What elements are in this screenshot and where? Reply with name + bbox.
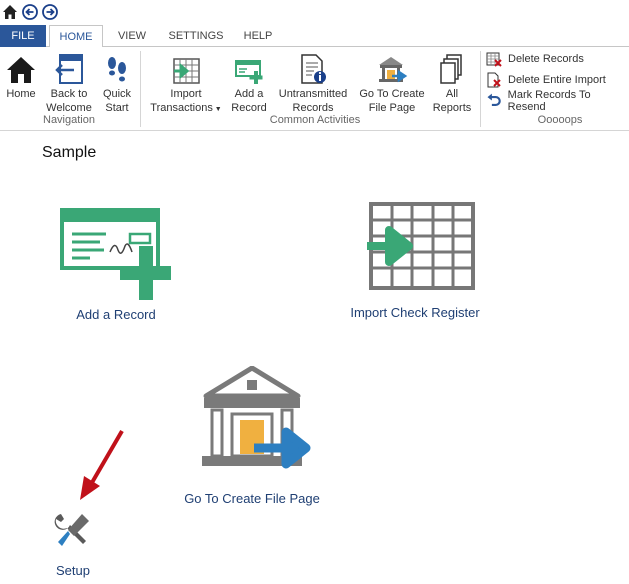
group-divider [140, 51, 141, 127]
mark-resend-label: Mark Records To Resend [507, 89, 591, 113]
untrans-label-line2: Records [292, 102, 334, 114]
setup-label: Setup [56, 563, 90, 578]
ribbon-tabs: FILE HOME VIEW SETTINGS HELP [0, 25, 629, 48]
quick-start-button[interactable]: Quick Start [99, 49, 135, 115]
import-label-line1: Import [170, 88, 202, 100]
ooooops-group-label: Ooooops [537, 114, 583, 126]
back-to-welcome-icon [55, 54, 83, 84]
dropdown-arrow-icon: ▼ [212, 106, 222, 113]
import-check-register-tile[interactable]: Import Check Register [340, 202, 490, 320]
home-label: Home [6, 88, 36, 100]
group-divider [480, 51, 481, 127]
document-info-icon [301, 54, 326, 84]
footprints-icon [108, 57, 126, 82]
add-check-large-icon [60, 208, 171, 300]
quick-access-toolbar [0, 0, 629, 24]
tab-view[interactable]: VIEW [111, 25, 153, 47]
add-record-label: Add a Record [76, 307, 156, 322]
tab-home[interactable]: HOME [49, 25, 103, 48]
add-label-line2: Record [231, 102, 267, 114]
add-check-icon [235, 60, 263, 84]
quick-label-line1: Quick [102, 88, 132, 100]
qat-home-icon[interactable] [2, 4, 18, 20]
go-to-file-label: Go To Create File Page [184, 491, 320, 506]
add-record-tile[interactable]: Add a Record [60, 202, 172, 322]
mark-records-to-resend-button[interactable]: Mark Records To Resend [486, 89, 629, 113]
delete-import-icon [487, 72, 501, 88]
import-grid-icon [173, 58, 200, 84]
all-label-line1: All [445, 88, 459, 100]
tab-settings[interactable]: SETTINGS [163, 25, 229, 47]
untrans-label-line1: Untransmitted [278, 88, 348, 100]
add-record-button[interactable]: Add a Record [229, 49, 269, 115]
untransmitted-records-button[interactable]: Untransmitted Records [277, 49, 349, 115]
tab-help[interactable]: HELP [238, 25, 278, 47]
navigation-group-label: Navigation [43, 114, 95, 126]
import-check-label: Import Check Register [350, 305, 480, 320]
go-to-create-file-page-button[interactable]: Go To Create File Page [357, 49, 427, 115]
quick-label-line2: Start [105, 102, 129, 114]
bank-building-large-icon [202, 365, 311, 469]
go-to-create-file-page-tile[interactable]: Go To Create File Page [177, 365, 327, 506]
back-arrow-icon[interactable] [22, 4, 38, 20]
back-to-welcome-button[interactable]: Back to Welcome [44, 49, 94, 115]
home-icon [7, 57, 35, 83]
add-label-line1: Add a [234, 88, 264, 100]
import-grid-large-icon [367, 202, 475, 290]
back-label-line1: Back to [50, 88, 88, 100]
common-activities-group-label: Common Activities [269, 114, 361, 126]
goto-label-line2: File Page [368, 102, 416, 114]
import-transactions-button[interactable]: Import Transactions ▼ [150, 49, 222, 117]
red-pointer-arrow-icon [80, 429, 124, 500]
import-label-line2: Transactions [150, 102, 213, 114]
wrench-screwdriver-icon [54, 514, 89, 546]
page-title: Sample [42, 144, 97, 161]
delete-records-icon [486, 52, 502, 67]
bank-building-icon [379, 57, 408, 83]
ribbon: Home Back to Welcome Quick Start Navigat… [0, 47, 629, 131]
delete-entire-import-button[interactable]: Delete Entire Import [486, 70, 606, 90]
delete-records-label: Delete Records [508, 53, 584, 65]
home-button[interactable]: Home [2, 49, 40, 101]
forward-arrow-icon[interactable] [42, 4, 58, 20]
reports-stack-icon [440, 54, 462, 84]
delete-import-label: Delete Entire Import [508, 74, 606, 86]
all-label-line2: Reports [432, 102, 472, 114]
setup-tile[interactable]: Setup [43, 510, 103, 578]
tab-file[interactable]: FILE [0, 25, 46, 47]
back-label-line2: Welcome [46, 102, 92, 114]
all-reports-button[interactable]: All Reports [432, 49, 472, 115]
undo-arrow-icon [487, 93, 501, 106]
goto-label-line1: Go To Create [359, 88, 425, 100]
delete-records-button[interactable]: Delete Records [486, 49, 584, 69]
